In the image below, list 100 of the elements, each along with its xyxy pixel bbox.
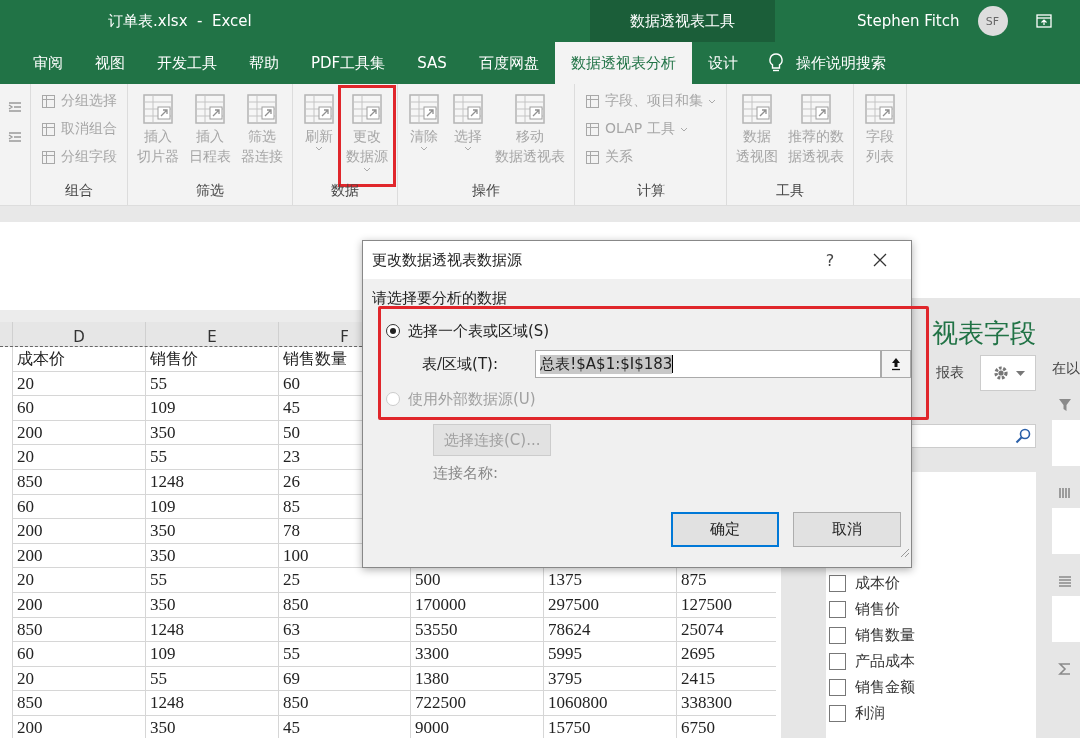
field-label[interactable]: 成本价 [855, 574, 900, 593]
table-cell: 200 [17, 422, 43, 442]
table-cell: 45 [283, 398, 300, 418]
rows-icon [1058, 574, 1072, 588]
group-label: 组合 [65, 182, 93, 200]
field-label[interactable]: 产品成本 [855, 652, 915, 671]
sheet-icon [302, 92, 336, 126]
ribbon-tab[interactable]: 视图 [79, 42, 141, 84]
table-cell: 5995 [548, 644, 582, 664]
table-cell: 875 [681, 570, 707, 590]
checkbox[interactable] [829, 653, 846, 670]
group-label: 工具 [776, 182, 804, 200]
table-cell: 200 [17, 717, 43, 737]
checkbox[interactable] [829, 627, 846, 644]
ribbon-tab[interactable]: PDF工具集 [295, 42, 402, 84]
collapse-button[interactable] [881, 350, 911, 378]
table-cell: 3795 [548, 668, 582, 688]
pane-title: 视表字段 [932, 318, 1036, 348]
table-cell: 500 [415, 570, 441, 590]
ribbon-tab[interactable]: 帮助 [233, 42, 295, 84]
table-cell: 350 [150, 422, 176, 442]
dialog-button[interactable]: 取消 [793, 512, 901, 547]
close-icon [873, 253, 887, 267]
field-label[interactable]: 销售数量 [855, 626, 915, 645]
sheet-icon [585, 93, 600, 109]
user-name: Stephen Fitch [857, 12, 960, 30]
table-cell: 25 [283, 570, 300, 590]
table-cell: 69 [283, 668, 300, 688]
table-cell: 350 [150, 717, 176, 737]
sigma-icon [1058, 662, 1072, 676]
table-cell: 55 [150, 373, 167, 393]
table-cell: 25074 [681, 619, 724, 639]
checkbox[interactable] [829, 679, 846, 696]
column-header[interactable]: D [73, 328, 85, 346]
table-cell: 109 [150, 398, 176, 418]
column-header[interactable]: F [340, 328, 349, 346]
sheet-icon [41, 121, 56, 137]
sheet-icon [41, 93, 56, 109]
sheet-icon [585, 121, 600, 137]
search-icon [1015, 428, 1031, 444]
arrow-up-icon [891, 357, 902, 371]
sheet-icon [407, 92, 441, 126]
table-cell: 20 [17, 373, 34, 393]
radio-label[interactable]: 选择一个表或区域(S) [408, 321, 550, 341]
table-cell: 109 [150, 496, 176, 516]
table-cell: 850 [283, 693, 309, 713]
column-header[interactable]: E [207, 328, 217, 346]
radio-button[interactable] [386, 324, 400, 338]
table-cell: 55 [150, 570, 167, 590]
ribbon-tab[interactable]: 审阅 [17, 42, 79, 84]
table-cell: 20 [17, 447, 34, 467]
checkbox[interactable] [829, 575, 846, 592]
sheet-icon [41, 149, 56, 165]
table-cell: 26 [283, 471, 300, 491]
window-title: 订单表.xlsx - Excel [108, 11, 252, 31]
table-cell: 60 [17, 398, 34, 418]
lightbulb-icon[interactable] [767, 53, 784, 73]
table-cell: 127500 [681, 594, 732, 614]
table-cell: 1248 [150, 619, 184, 639]
field-label[interactable]: 利润 [855, 704, 885, 723]
sheet-icon [585, 149, 600, 165]
ribbon-tab[interactable]: 数据透视表分析 [554, 42, 692, 84]
field-label[interactable]: 销售价 [855, 600, 900, 619]
resize-grip-icon[interactable] [898, 546, 910, 558]
checkbox[interactable] [829, 705, 846, 722]
help-button[interactable]: ? [815, 249, 845, 271]
areas-hint: 在以 [1052, 360, 1080, 378]
avatar[interactable]: SF [977, 6, 1008, 36]
table-cell: 9000 [415, 717, 449, 737]
table-cell: 20 [17, 668, 34, 688]
restore-window-icon[interactable] [1035, 14, 1052, 28]
ribbon-tab[interactable]: 设计 [691, 42, 754, 84]
table-cell: 1380 [415, 668, 449, 688]
table-cell: 1375 [548, 570, 582, 590]
checkbox[interactable] [829, 601, 846, 618]
table-cell: 170000 [415, 594, 466, 614]
table-cell: 722500 [415, 693, 466, 713]
table-cell: 350 [150, 545, 176, 565]
table-cell: 78 [283, 521, 300, 541]
table-cell: 850 [17, 471, 43, 491]
table-cell: 1248 [150, 693, 184, 713]
sheet-icon [141, 92, 175, 126]
range-input[interactable]: 总表!$A$1:$I$183 [535, 350, 882, 378]
dialog-button[interactable]: 确定 [671, 512, 779, 547]
table-cell: 23 [283, 447, 300, 467]
sheet-icon [451, 92, 485, 126]
ribbon-tab[interactable]: 开发工具 [141, 42, 233, 84]
settings-button[interactable] [980, 355, 1036, 391]
sheet-icon [799, 92, 833, 126]
sheet-icon [740, 92, 774, 126]
range-label: 表/区域(T): [422, 354, 499, 374]
group-label: 计算 [636, 182, 665, 200]
tell-me-search[interactable]: 操作说明搜索 [795, 53, 886, 73]
table-cell: 850 [17, 693, 43, 713]
table-cell: 1248 [150, 471, 184, 491]
ribbon-tab[interactable]: 百度网盘 [462, 42, 555, 84]
ribbon-tab[interactable]: SAS [401, 42, 463, 84]
field-label[interactable]: 销售金额 [855, 678, 915, 697]
table-cell: 338300 [681, 693, 732, 713]
prompt-text: 请选择要分析的数据 [372, 289, 508, 308]
